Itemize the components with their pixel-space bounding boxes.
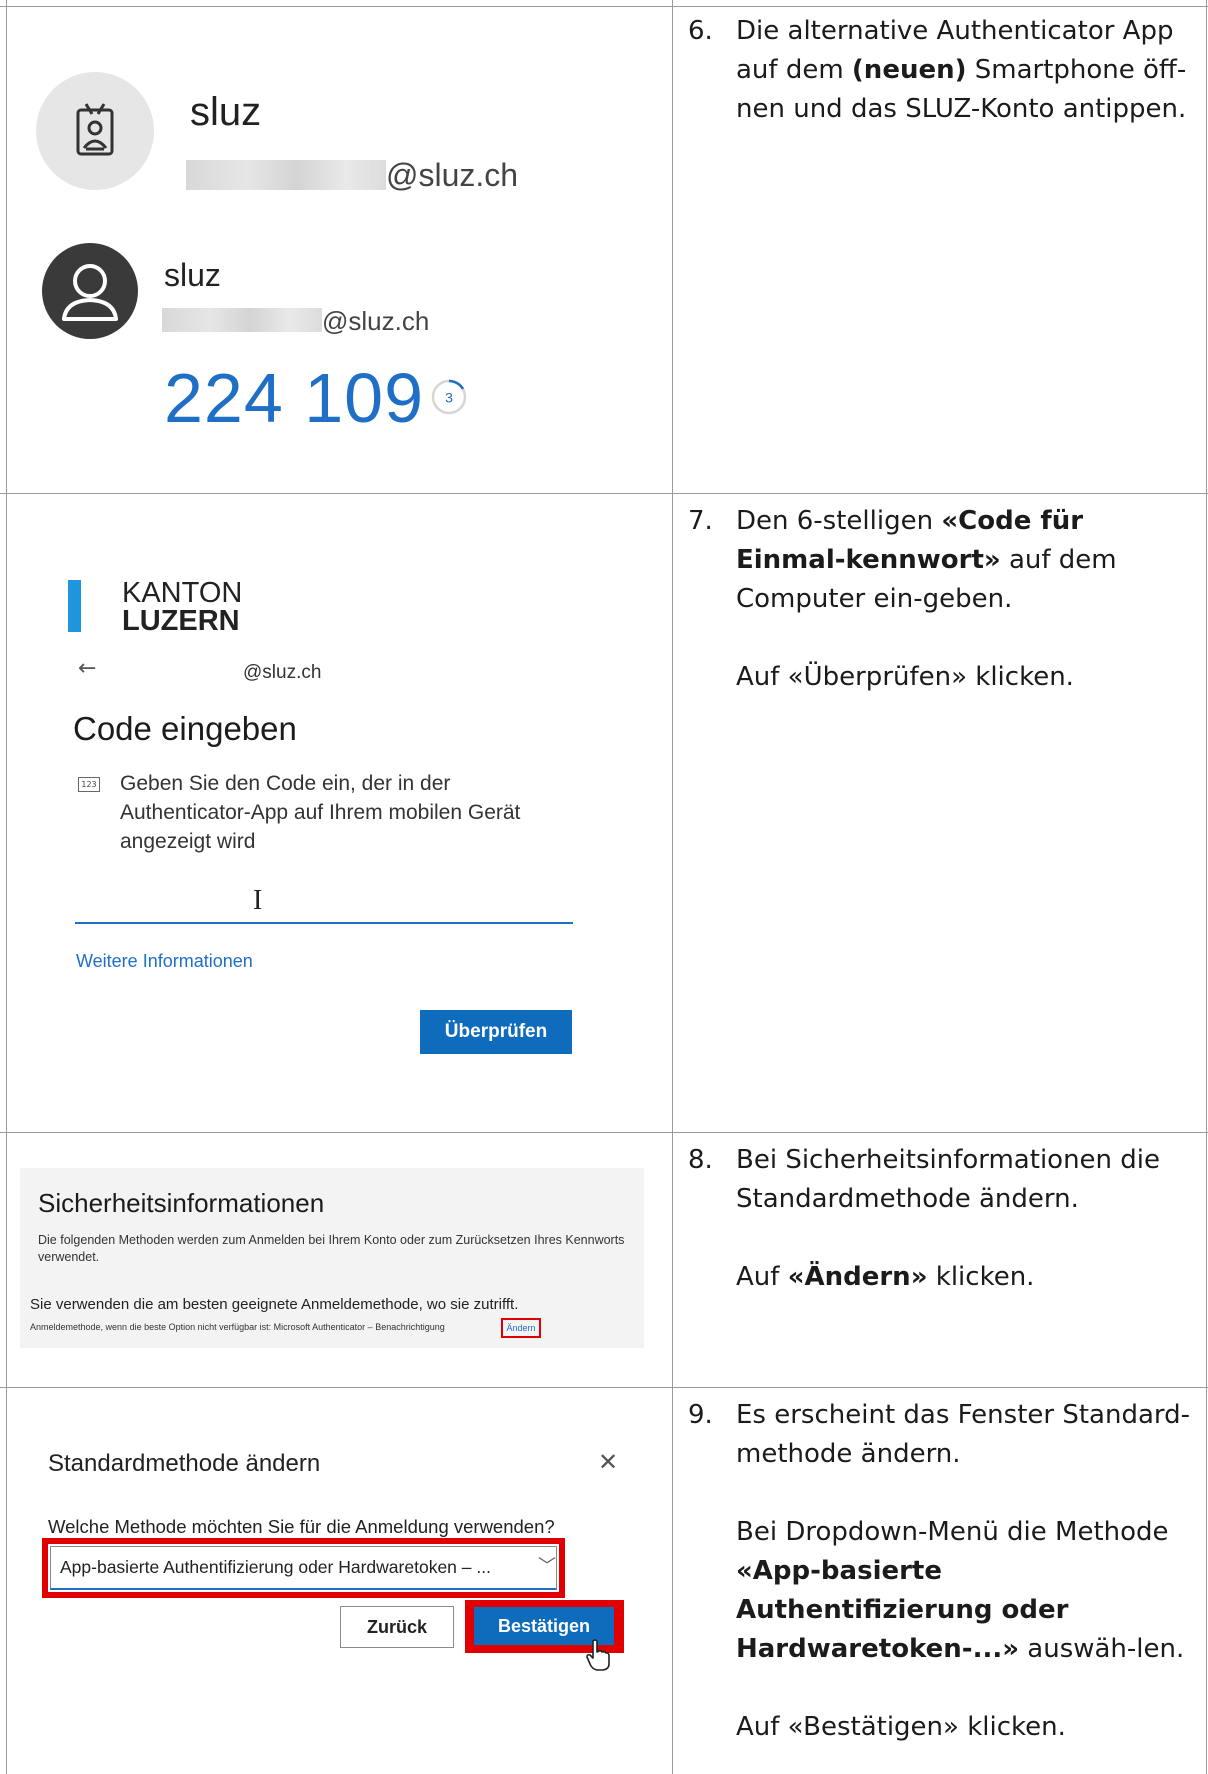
account-email-domain: @sluz.ch (386, 157, 519, 193)
countdown-timer-icon: 3 (431, 379, 467, 415)
keypad-icon: 123 (78, 777, 100, 792)
step-paragraph: Auf «Bestätigen» klicken. (736, 1708, 1198, 1747)
step-text-bold: (neuen) (851, 55, 967, 85)
step-paragraph: Bei Sicherheitsinformationen die Standar… (736, 1141, 1198, 1219)
step-paragraph: Es erscheint das Fenster Standard-method… (736, 1396, 1198, 1474)
step-text-bold: «Ändern» (787, 1262, 928, 1292)
text-cursor-icon: I (253, 885, 263, 916)
change-method-link[interactable]: Ändern (501, 1318, 541, 1338)
hand-pointer-icon (586, 1639, 610, 1671)
row-divider (0, 1387, 1208, 1388)
method-question: Welche Methode möchten Sie für die Anmel… (48, 1516, 555, 1537)
method-select-value: App-basierte Authentifizierung oder Hard… (60, 1557, 491, 1577)
account-name: sluz (190, 90, 262, 134)
step-number: 6. (688, 16, 713, 46)
step-text-run: klicken. (927, 1262, 1035, 1292)
step-text-run: Den 6-stelligen (736, 506, 942, 536)
step-text: Bei Sicherheitsinformationen die Standar… (736, 1141, 1198, 1297)
timer-seconds: 3 (445, 390, 453, 406)
security-info-description: Die folgenden Methoden werden zum Anmeld… (38, 1233, 625, 1264)
default-method-text: Anmeldemethode, wenn die beste Option ni… (30, 1322, 445, 1332)
kanton-luzern-logo-bar (68, 580, 81, 632)
row-divider (0, 493, 1208, 494)
step-paragraph: Die alternative Authenticator App auf de… (736, 12, 1198, 129)
step-paragraph: Bei Dropdown-Menü die Methode «App-basie… (736, 1513, 1198, 1669)
step-text-run: Bei Dropdown-Menü die Methode (736, 1517, 1169, 1547)
step-text: Die alternative Authenticator App auf de… (736, 12, 1198, 129)
step-text-run: Es erscheint das Fenster Standard-method… (736, 1400, 1191, 1469)
column-divider (672, 0, 673, 1774)
step-text-run: Auf (736, 1262, 788, 1292)
otp-code[interactable]: 224 109 (164, 358, 424, 438)
logo-text-line2: LUZERN (122, 605, 240, 637)
security-info-note: Sie verwenden die am besten geeignete An… (30, 1296, 519, 1313)
verify-button[interactable]: Überprüfen (420, 1010, 572, 1054)
row-divider (0, 1132, 1208, 1133)
step-paragraph: Auf «Überprüfen» klicken. (736, 658, 1198, 697)
account-name: sluz (164, 257, 221, 293)
back-arrow-icon[interactable]: ← (78, 656, 96, 681)
close-icon[interactable]: ✕ (598, 1448, 618, 1476)
chevron-down-icon: ﹀ (538, 1556, 556, 1577)
person-icon (62, 264, 118, 321)
step-text: Es erscheint das Fenster Standard-method… (736, 1396, 1198, 1747)
more-info-link[interactable]: Weitere Informationen (76, 951, 253, 972)
code-instructions: Geben Sie den Code ein, der in der Authe… (120, 772, 521, 853)
account-email-domain: @sluz.ch (322, 306, 430, 336)
step-text-run: Auf «Überprüfen» klicken. (736, 662, 1074, 692)
dialog-title: Standardmethode ändern (48, 1450, 321, 1477)
step-text: Den 6-stelligen «Code für Einmal-kennwor… (736, 502, 1198, 697)
account-avatar-badge[interactable] (36, 72, 154, 190)
logo-text-line1: KANTON (122, 577, 243, 609)
step-text-run: Auf «Bestätigen» klicken. (736, 1712, 1066, 1742)
account-avatar[interactable] (42, 243, 138, 339)
row-divider (0, 6, 1208, 7)
page-title: Code eingeben (73, 710, 297, 747)
back-button[interactable]: Zurück (340, 1606, 454, 1648)
step-text-run: auswäh-len. (1019, 1634, 1185, 1664)
code-input[interactable] (75, 922, 573, 924)
column-divider (1206, 0, 1207, 1774)
column-divider (6, 0, 7, 1774)
id-badge-icon (76, 103, 114, 156)
security-info-title: Sicherheitsinformationen (38, 1188, 325, 1218)
step-number: 8. (688, 1145, 713, 1175)
step-number: 9. (688, 1400, 713, 1430)
step-paragraph: Auf «Ändern» klicken. (736, 1258, 1198, 1297)
redacted-email (186, 160, 386, 190)
step-number: 7. (688, 506, 713, 536)
step-paragraph: Den 6-stelligen «Code für Einmal-kennwor… (736, 502, 1198, 619)
step-text-run: Bei Sicherheitsinformationen die Standar… (736, 1145, 1161, 1214)
redacted-email (162, 308, 322, 332)
signin-email: @sluz.ch (243, 662, 322, 683)
